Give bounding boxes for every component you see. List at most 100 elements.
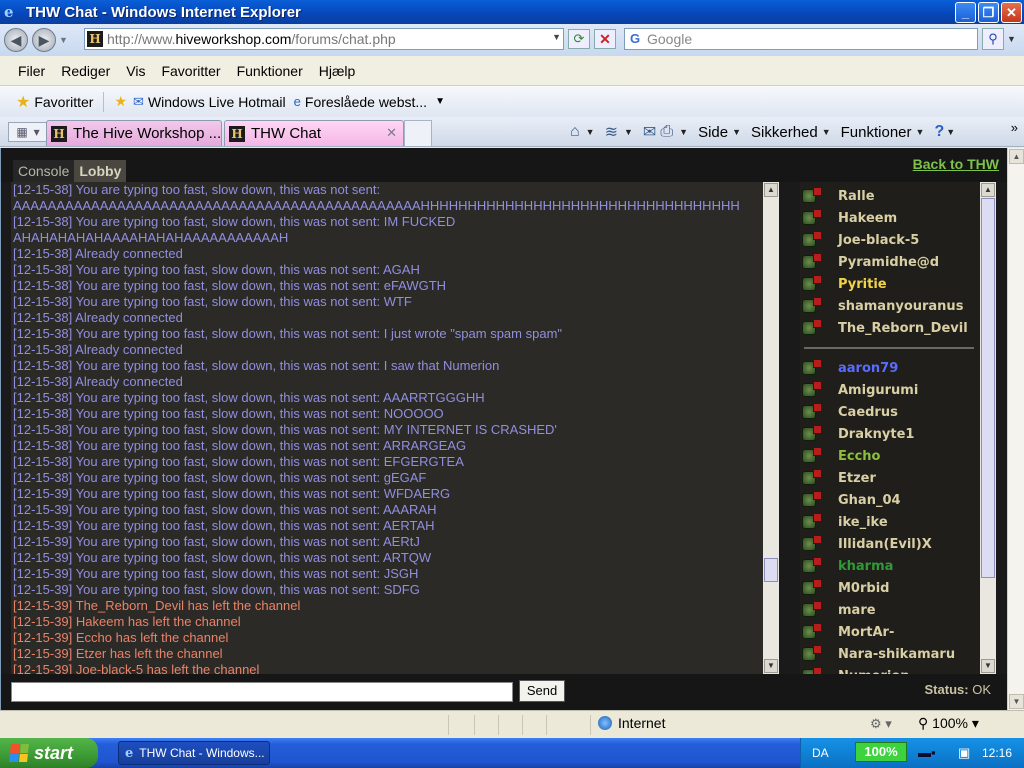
chat-scrollbar[interactable]: ▲ ▼ [763,182,779,674]
search-button[interactable]: ⚲ [982,28,1004,50]
scroll-down-icon[interactable]: ▼ [764,659,778,673]
window-titlebar[interactable]: e THW Chat - Windows Internet Explorer _… [0,0,1024,24]
minimize-button[interactable]: _ [955,2,976,23]
user-list-item[interactable]: Pyramidhe@d [800,251,996,273]
address-bar[interactable]: H http://www.hiveworkshop.com/forums/cha… [84,28,564,50]
chat-scroll-thumb[interactable] [764,558,778,582]
favorites-button[interactable]: Favoritter [34,94,93,110]
user-list-item[interactable]: kharma [800,555,996,577]
user-list-item[interactable]: The_Reborn_Devil [800,317,996,339]
search-box[interactable]: G Google [624,28,978,50]
battery-indicator[interactable]: 100% [855,742,907,762]
security-zone[interactable]: Internet [598,715,665,731]
feeds-dropdown-icon[interactable]: ▼ [624,127,633,137]
favorites-star-icon[interactable]: ★ [16,92,30,112]
user-list-item[interactable]: aaron79 [800,357,996,379]
tools-menu-button[interactable]: Funktioner [841,124,912,141]
menu-edit[interactable]: Rediger [61,63,110,79]
close-window-button[interactable]: ✕ [1001,2,1022,23]
user-list-item[interactable]: ike_ike [800,511,996,533]
menu-view[interactable]: Vis [126,63,145,79]
user-list-item[interactable]: Eccho [800,445,996,467]
back-to-thw-link[interactable]: Back to THW [913,156,999,172]
user-list-item[interactable]: mare [800,599,996,621]
power-plug-icon[interactable]: ▬▪ [918,745,936,760]
search-placeholder[interactable]: Google [647,31,692,47]
stop-button[interactable]: ✕ [594,29,616,49]
address-url[interactable]: http://www.hiveworkshop.com/forums/chat.… [107,31,396,47]
search-options-icon[interactable]: ▼ [1007,34,1016,44]
more-tools-icon[interactable]: » [1011,120,1018,135]
user-list-item[interactable]: Numerion [800,665,996,674]
address-dropdown-icon[interactable]: ▼ [552,32,561,42]
scroll-up-icon[interactable]: ▲ [1009,149,1024,164]
home-icon[interactable]: ⌂ [570,123,580,141]
user-list-scrollbar[interactable]: ▲ ▼ [980,182,996,674]
user-list-scroll-thumb[interactable] [981,198,995,578]
scroll-down-icon[interactable]: ▼ [981,659,995,673]
user-list-item[interactable]: Nara-shikamaru [800,643,996,665]
menu-file[interactable]: Filer [18,63,45,79]
page-scrollbar[interactable]: ▲ ▼ [1007,148,1024,710]
suggested-dropdown-icon[interactable]: ▼ [435,96,445,107]
print-icon[interactable]: ⎙ [660,123,673,141]
tab-list-dropdown-icon[interactable]: ▾ [34,125,40,139]
user-list-item[interactable]: shamanyouranus [800,295,996,317]
help-dropdown-icon[interactable]: ▼ [946,127,955,137]
feeds-icon[interactable]: ≋ [605,122,618,142]
user-list-item[interactable]: M0rbid [800,577,996,599]
history-dropdown-icon[interactable]: ▼ [59,35,68,45]
print-dropdown-icon[interactable]: ▼ [679,127,688,137]
user-list-item[interactable]: Illidan(Evil)X [800,533,996,555]
add-favorite-icon[interactable]: ★ [114,93,127,110]
help-icon[interactable]: ? [934,123,944,141]
start-button[interactable]: start [0,738,98,768]
protected-mode-icon[interactable]: ⚙ ▾ [870,716,892,732]
new-tab-button[interactable] [404,120,432,146]
mail-icon[interactable]: ✉ [643,122,656,142]
language-indicator[interactable]: DA [812,746,829,760]
tab-thw-chat[interactable]: H THW Chat ✕ [224,120,404,146]
safety-menu-button[interactable]: Sikkerhed [751,124,818,141]
quick-tabs-button[interactable]: ▦ ▾ [8,122,48,142]
user-list-item[interactable]: Ghan_04 [800,489,996,511]
site-favicon-icon: H [87,31,103,47]
menu-help[interactable]: Hjælp [319,63,356,79]
menu-favorites[interactable]: Favoritter [161,63,220,79]
user-list-item[interactable]: Caedrus [800,401,996,423]
back-button[interactable]: ◀ [4,28,28,52]
message-input[interactable] [11,682,513,702]
send-button[interactable]: Send [519,680,565,702]
tab-lobby[interactable]: Lobby [74,160,127,182]
tab-console[interactable]: Console [13,160,75,182]
user-list-item[interactable]: Ralle [800,185,996,207]
favorite-link-suggested[interactable]: Foreslåede webst... [305,94,427,110]
zoom-level[interactable]: ⚲ 100% ▾ [918,715,979,732]
page-dropdown-icon[interactable]: ▼ [732,127,741,137]
scroll-down-icon[interactable]: ▼ [1009,694,1024,709]
network-icon[interactable]: ▣ [958,745,970,761]
user-list-item[interactable]: Amigurumi [800,379,996,401]
user-list-item[interactable]: Pyritie [800,273,996,295]
tab-hive-workshop[interactable]: H The Hive Workshop ... [46,120,222,146]
user-list-item[interactable]: Etzer [800,467,996,489]
user-list-item[interactable]: MortAr- [800,621,996,643]
favorite-link-hotmail[interactable]: Windows Live Hotmail [148,94,286,110]
user-list-item[interactable]: Draknyte1 [800,423,996,445]
scroll-up-icon[interactable]: ▲ [981,183,995,197]
close-tab-icon[interactable]: ✕ [386,125,397,141]
favorites-bar: ★ Favoritter ★ ✉ Windows Live Hotmail e … [0,86,1024,117]
tools-dropdown-icon[interactable]: ▼ [916,127,925,137]
safety-dropdown-icon[interactable]: ▼ [822,127,831,137]
menu-tools[interactable]: Funktioner [237,63,303,79]
refresh-button[interactable]: ⟳ [568,29,590,49]
home-dropdown-icon[interactable]: ▼ [586,127,595,137]
page-menu-button[interactable]: Side [698,124,728,141]
forward-button[interactable]: ▶ [32,28,56,52]
user-list-item[interactable]: Hakeem [800,207,996,229]
restore-button[interactable]: ❐ [978,2,999,23]
user-avatar-icon [802,381,822,399]
scroll-up-icon[interactable]: ▲ [764,183,778,197]
user-list-item[interactable]: Joe-black-5 [800,229,996,251]
taskbar-item-thw-chat[interactable]: e THW Chat - Windows... [118,741,270,765]
